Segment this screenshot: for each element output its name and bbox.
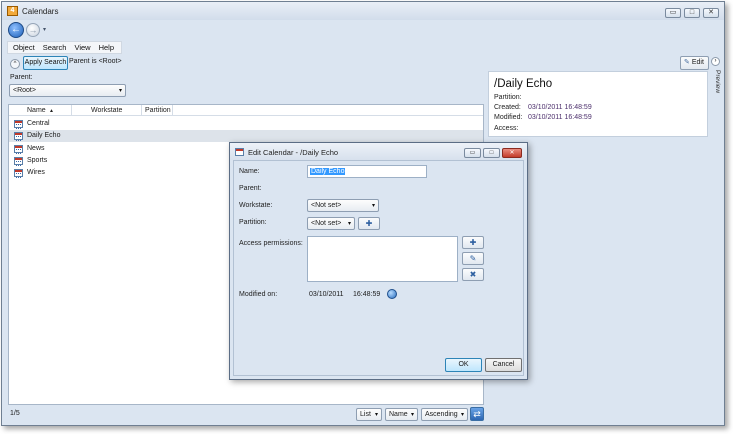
preview-panel: /Daily Echo Partition: Created: 03/10/20… (488, 71, 708, 137)
menu-search[interactable]: Search (43, 43, 67, 52)
menu-bar: Object Search View Help (7, 41, 122, 54)
name-field-value: Daily Echo (310, 168, 346, 175)
forward-arrow-icon[interactable]: → (26, 23, 40, 37)
menu-help[interactable]: Help (99, 43, 114, 52)
list-item-name: Central (27, 120, 50, 127)
dialog-title: Edit Calendar - /Daily Echo (248, 148, 339, 157)
edit-button-label: Edit (691, 59, 704, 66)
view-mode-select[interactable]: List ▾ (356, 408, 382, 421)
preview-modified-label: Modified: (494, 114, 523, 121)
minimize-icon[interactable]: ▭ (464, 148, 481, 158)
sort-direction-value: Ascending (425, 411, 458, 418)
name-label: Name: (239, 168, 260, 175)
title-bar: 4 Calendars ▭ □ ✕ (2, 2, 724, 20)
apply-search-button[interactable]: Apply Search (23, 56, 68, 70)
name-field[interactable]: Daily Echo (307, 165, 427, 178)
chevron-down-icon: ▾ (347, 221, 351, 227)
globe-icon[interactable] (387, 289, 397, 299)
window-controls: ▭ □ ✕ (665, 8, 719, 18)
view-mode-value: List (360, 411, 371, 418)
preview-created-label: Created: (494, 104, 521, 111)
dialog-title-bar: Edit Calendar - /Daily Echo ▭ □ ✕ (230, 143, 527, 160)
list-item-name: Wires (27, 169, 45, 176)
modified-on-label: Modified on: (239, 291, 278, 298)
column-divider[interactable] (141, 105, 142, 116)
chevron-right-icon[interactable]: › (711, 57, 720, 66)
history-dropdown-icon[interactable]: ▾ (43, 26, 46, 33)
preview-title: /Daily Echo (494, 78, 553, 90)
chevron-down-icon: ▾ (371, 203, 375, 209)
dialog-body: Name: Daily Echo Parent: Workstate: <Not… (233, 160, 524, 376)
list-header: Name ▲ Workstate Partition (9, 105, 483, 116)
dialog-controls: ▭ □ ✕ (464, 148, 522, 158)
ok-button[interactable]: OK (445, 358, 482, 372)
edit-button[interactable]: ✎ Edit (680, 56, 709, 70)
workstate-label: Workstate: (239, 202, 273, 209)
calendar-icon (14, 157, 23, 166)
maximize-icon[interactable]: □ (483, 148, 500, 158)
column-name[interactable]: Name (27, 107, 46, 114)
calendar-icon (14, 132, 23, 141)
sort-field-value: Name (389, 411, 408, 418)
column-workstate[interactable]: Workstate (91, 107, 122, 114)
list-item[interactable]: Central (9, 118, 483, 130)
add-permission-icon[interactable]: ✚ (462, 236, 484, 249)
edit-calendar-dialog: Edit Calendar - /Daily Echo ▭ □ ✕ Name: … (229, 142, 528, 380)
list-item-name: News (27, 145, 45, 152)
app-icon: 4 (7, 6, 18, 16)
close-icon[interactable]: ✕ (703, 8, 719, 18)
column-partition[interactable]: Partition (145, 107, 171, 114)
modified-time: 16:48:59 (353, 291, 381, 298)
preview-created-value: 03/10/2011 16:48:59 (528, 104, 592, 111)
pencil-icon: ✎ (684, 59, 690, 66)
parent-label: Parent: (10, 74, 33, 81)
maximize-icon[interactable]: □ (684, 8, 700, 18)
list-item[interactable]: Daily Echo (9, 130, 483, 142)
chevron-down-icon: ▾ (374, 412, 378, 418)
calendar-icon (235, 148, 244, 156)
parent-select-value: <Root> (13, 87, 36, 94)
menu-object[interactable]: Object (13, 43, 35, 52)
parent-select[interactable]: <Root> ▾ (9, 84, 126, 97)
column-divider[interactable] (71, 105, 72, 116)
list-item-name: Daily Echo (27, 132, 61, 139)
column-divider[interactable] (172, 105, 173, 116)
browse-partition-icon[interactable]: ✚ (358, 217, 380, 230)
calendar-icon (14, 169, 23, 178)
window-title: Calendars (22, 7, 59, 16)
list-item-name: Sports (27, 157, 48, 164)
collapse-search-icon[interactable]: ^ (10, 59, 20, 69)
partition-label: Partition: (239, 219, 267, 226)
refresh-icon[interactable]: ⇄ (470, 407, 484, 421)
cancel-button[interactable]: Cancel (485, 358, 522, 372)
calendar-icon (14, 120, 23, 129)
sort-field-select[interactable]: Name ▾ (385, 408, 418, 421)
partition-value: <Not set> (311, 220, 342, 227)
preview-modified-value: 03/10/2011 16:48:59 (528, 114, 592, 121)
modified-date: 03/10/2011 (309, 291, 344, 298)
workstate-select[interactable]: <Not set> ▾ (307, 199, 379, 212)
chevron-down-icon: ▾ (460, 412, 464, 418)
search-criteria-text: Parent is <Root> (69, 58, 122, 65)
edit-permission-icon[interactable]: ✎ (462, 252, 484, 265)
minimize-icon[interactable]: ▭ (665, 8, 681, 18)
parent-field-label: Parent: (239, 185, 262, 192)
chevron-down-icon: ▾ (118, 88, 122, 94)
access-permissions-label: Access permissions: (239, 240, 303, 247)
back-arrow-icon[interactable]: ← (8, 22, 24, 38)
item-count: 1/5 (10, 410, 20, 417)
calendar-icon (14, 145, 23, 154)
close-icon[interactable]: ✕ (502, 148, 522, 158)
preview-tab[interactable]: Preview (709, 70, 721, 100)
menu-view[interactable]: View (74, 43, 90, 52)
preview-partition-label: Partition: (494, 94, 522, 101)
chevron-down-icon: ▾ (410, 412, 414, 418)
sort-ascending-icon: ▲ (49, 108, 54, 114)
access-permissions-list[interactable] (307, 236, 458, 282)
preview-access-label: Access: (494, 125, 519, 132)
partition-select[interactable]: <Not set> ▾ (307, 217, 355, 230)
remove-permission-icon[interactable]: ✖ (462, 268, 484, 281)
workstate-value: <Not set> (311, 202, 342, 209)
sort-direction-select[interactable]: Ascending ▾ (421, 408, 468, 421)
